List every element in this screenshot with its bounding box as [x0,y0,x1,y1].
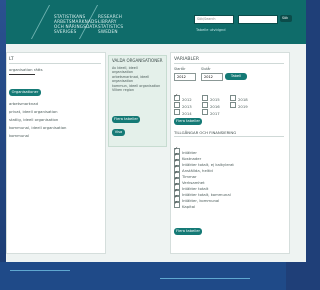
search-button[interactable]: Sök [280,15,292,22]
site-header: STATISTIKANS ARBETSMARKNADS- OCH NÄRINGS… [6,0,306,44]
selected-orgs-list: Av Ideell, ideell organisation arbetsmar… [112,66,160,92]
search-button-label: Sök [282,16,289,20]
header-research-name: RESEARCH LIBRARY STATISTICS SWEDEN [98,14,124,34]
year-checkbox-grid: 2012 2013 2014 2015 2016 2017 2018 2019 [174,86,284,116]
to-year-label: Slutår [201,67,211,71]
header-org-name: STATISTIKANS ARBETSMARKNADS- OCH NÄRINGS… [54,14,100,34]
organisation-list: arbetsmarknad privat, ideell organisatio… [9,101,66,141]
browser-window: STATISTIKANS ARBETSMARKNADS- OCH NÄRINGS… [6,0,306,262]
organisations-button[interactable]: Organisationer [9,89,41,96]
year-label: 2019 [238,104,248,109]
decorative-line [160,278,250,279]
divider [9,63,101,64]
variable-list: Intäkter Kostnader Intäkter totalt, ej k… [174,139,234,209]
selected-organisations-panel: VALDA ORGANISATIONER Av Ideell, ideell o… [108,55,167,147]
variable-label: Kapital [182,204,196,209]
fetch-tables-button-3[interactable]: Flera tabeller [174,228,202,235]
list-item[interactable]: arbetsmarknad [9,101,66,106]
list-item[interactable]: kommunal, ideell organisation [9,125,66,130]
divider [174,136,284,137]
left-panel-title: LT [9,57,14,62]
apply-year-button[interactable]: Tabell [225,73,247,80]
apply-year-button-label: Tabell [230,74,242,78]
left-panel: LT organisation rätts Organisationer arb… [6,52,106,254]
fetch-tables-button-2[interactable]: Flera tabeller [174,118,202,125]
show-button[interactable]: Visa [112,129,125,136]
fetch-tables-button-3-label: Flera tabeller [176,229,200,233]
fetch-tables-button-label: Flera tabeller [114,117,138,121]
organisation-input[interactable] [9,73,35,75]
year-checkbox[interactable] [202,109,208,115]
variables-panel: VARIABLER Startår Slutår 2012 2012 Tabel… [170,52,290,254]
header-divider [30,5,51,39]
year-checkbox[interactable] [174,109,180,115]
from-year-select[interactable]: 2012 [174,73,196,81]
help-link[interactable]: Tabelle utvidgnd [196,28,226,32]
variables-title: VARIABLER [174,57,199,62]
year-label: 2014 [182,111,192,116]
decorative-line [10,270,70,271]
year-option[interactable]: 2019 [230,93,248,112]
year-option[interactable]: 2017 [202,100,220,119]
year-option[interactable]: 2014 [174,100,192,119]
from-year-value: 2012 [177,75,186,79]
organisations-button-label: Organisationer [11,90,39,94]
year-checkbox[interactable] [230,102,236,108]
search-placeholder: Sök/Search [197,17,216,21]
selected-orgs-title: VALDA ORGANISATIONER [112,58,163,63]
fetch-tables-button[interactable]: Flera tabeller [112,116,140,123]
list-item[interactable]: kommunal [9,133,66,138]
scene-background: STATISTIKANS ARBETSMARKNADS- OCH NÄRINGS… [0,0,306,290]
fetch-tables-button-2-label: Flera tabeller [176,119,200,123]
variable-option[interactable]: Kapital [174,193,232,209]
selected-org-line: Vilken region [112,88,135,93]
year-label: 2017 [210,111,220,116]
list-item[interactable]: privat, ideell organisation [9,109,66,114]
category-title: TILLGÅNGAR OCH FINANSIERING [174,130,237,135]
to-year-value: 2012 [204,75,213,79]
organisation-label: organisation rätts [9,67,43,72]
from-year-label: Startår [174,67,186,71]
variable-checkbox[interactable] [174,200,180,208]
bottom-bar [0,262,286,290]
show-button-label: Visa [114,130,123,134]
divider [174,63,284,64]
to-year-select[interactable]: 2012 [201,73,223,81]
header-search-input[interactable]: Sök/Search [194,15,234,24]
list-item[interactable]: statlig, ideell organisation [9,117,66,122]
header-search-input-2[interactable] [238,15,278,24]
